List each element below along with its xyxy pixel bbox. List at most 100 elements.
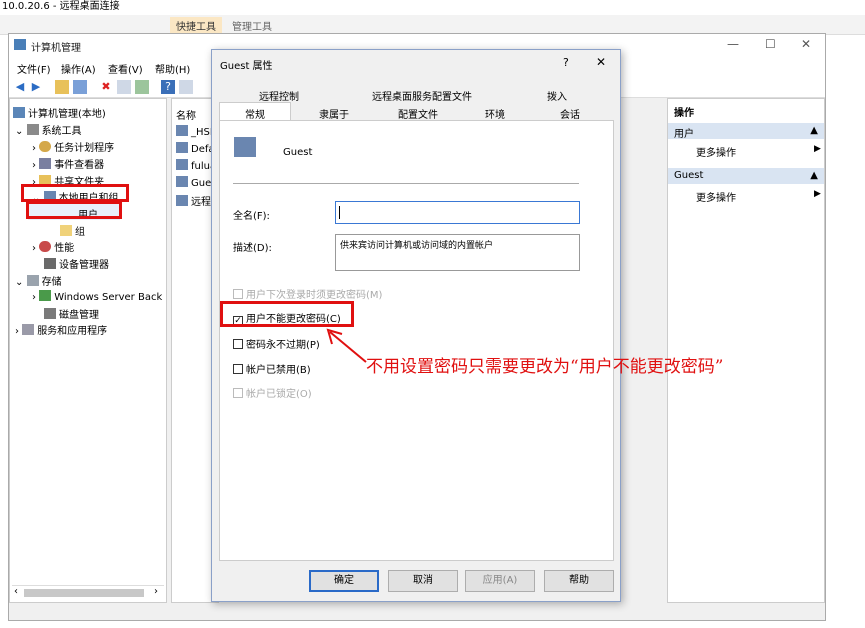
account-locked-label: 帐户已锁定(O): [246, 389, 312, 400]
tree-storage-label: 存储: [41, 277, 62, 288]
account-disabled-checkbox[interactable]: 帐户已禁用(B): [233, 361, 311, 376]
account-locked-checkbox: 帐户已锁定(O): [233, 385, 312, 400]
minimize-button[interactable]: —: [727, 37, 739, 51]
tree-services-apps[interactable]: › 服务和应用程序: [15, 322, 107, 337]
show-hide-tree-icon[interactable]: [73, 80, 87, 94]
up-folder-icon[interactable]: [55, 80, 69, 94]
description-value: 供来宾访问计算机或访问域的内置帐户: [340, 241, 494, 251]
account-disabled-label: 帐户已禁用(B): [246, 365, 311, 376]
never-expire-label: 密码永不过期(P): [246, 340, 320, 351]
dialog-help-button[interactable]: ?: [563, 56, 569, 69]
export-icon[interactable]: [135, 80, 149, 94]
maximize-button[interactable]: ☐: [765, 37, 776, 51]
tree-disk-mgmt-label: 磁盘管理: [59, 310, 99, 321]
tab-member-of[interactable]: 隶属于: [304, 106, 364, 121]
highlight-cannot-change-password: [220, 301, 354, 327]
tree-storage[interactable]: ⌄ 存储: [15, 273, 62, 288]
list-item[interactable]: _HSI: [176, 125, 213, 138]
disk-icon: [44, 308, 56, 319]
tab-environment[interactable]: 环境: [467, 106, 523, 121]
tree-groups-label: 组: [75, 227, 85, 238]
remote-title: 10.0.20.6 - 远程桌面连接: [2, 1, 120, 12]
services-icon: [22, 324, 35, 335]
arrow-line: [329, 331, 367, 363]
cancel-button[interactable]: 取消: [388, 570, 458, 592]
tab-profile[interactable]: 配置文件: [384, 106, 452, 121]
username-label: Guest: [283, 147, 313, 158]
scroll-right-icon[interactable]: ›: [154, 586, 158, 597]
tree-device-manager[interactable]: 设备管理器: [44, 256, 109, 271]
menu-file[interactable]: 文件(F): [17, 61, 51, 76]
fullname-input[interactable]: [335, 201, 580, 224]
menu-view[interactable]: 查看(V): [108, 61, 143, 76]
more-actions-2[interactable]: 更多操作: [696, 189, 736, 204]
tree-horizontal-scrollbar[interactable]: ‹ ›: [12, 585, 164, 599]
general-tab-panel: Guest 全名(F): 描述(D): 供来宾访问计算机或访问域的内置帐户 用户…: [219, 120, 614, 561]
must-change-password-checkbox: 用户下次登录时须更改密码(M): [233, 286, 382, 301]
properties-icon[interactable]: [117, 80, 131, 94]
tree-root[interactable]: 计算机管理(本地): [13, 105, 106, 120]
separator: [233, 183, 579, 184]
list-header-name[interactable]: 名称: [176, 107, 196, 122]
collapse-icon[interactable]: ▲: [810, 170, 818, 181]
forward-icon[interactable]: ▶: [29, 80, 43, 94]
tree-performance-label: 性能: [54, 243, 75, 254]
tab-dial-in[interactable]: 拨入: [527, 88, 587, 103]
close-button[interactable]: ✕: [801, 37, 811, 51]
actions-pane: 操作 用户 ▲ 更多操作 ▶ Guest ▲ 更多操作 ▶: [667, 98, 825, 603]
tree-event-viewer[interactable]: › 事件查看器: [32, 156, 104, 171]
actions-section-label: 用户: [674, 129, 694, 140]
tree-performance[interactable]: › 性能: [32, 239, 74, 254]
tree-system-tools[interactable]: ⌄ 系统工具: [15, 122, 82, 137]
backup-icon: [39, 290, 52, 301]
tree-device-manager-label: 设备管理器: [59, 260, 109, 271]
checkbox-box: [233, 339, 243, 349]
actions-section-label: Guest: [674, 170, 704, 181]
checkbox-box: [233, 289, 243, 299]
tree-disk-management[interactable]: 磁盘管理: [44, 306, 99, 321]
actions-header: 操作: [674, 108, 694, 119]
user-icon: [176, 159, 188, 170]
tree-windows-server-backup[interactable]: › Windows Server Back: [32, 290, 162, 303]
actions-section-users[interactable]: 用户 ▲: [668, 123, 824, 140]
apply-button[interactable]: 应用(A): [465, 570, 535, 592]
highlight-local-users: [21, 184, 129, 202]
must-change-label: 用户下次登录时须更改密码(M): [246, 290, 383, 301]
tree-task-scheduler[interactable]: › 任务计划程序: [32, 139, 114, 154]
more-actions-1[interactable]: 更多操作: [696, 144, 736, 159]
view-icon[interactable]: [179, 80, 193, 94]
mmc-title: 计算机管理: [31, 43, 81, 54]
tab-rd-services-profile[interactable]: 远程桌面服务配置文件: [342, 88, 502, 103]
quick-tools-tab[interactable]: 快捷工具: [170, 17, 222, 33]
tab-remote-control[interactable]: 远程控制: [234, 88, 324, 103]
help-icon[interactable]: ?: [161, 80, 175, 94]
back-icon[interactable]: ◀: [13, 80, 27, 94]
tools-icon: [26, 124, 39, 135]
fullname-label: 全名(F):: [233, 211, 270, 222]
checkbox-box: [233, 388, 243, 398]
tab-sessions[interactable]: 会话: [542, 106, 598, 121]
help-button[interactable]: 帮助: [544, 570, 614, 592]
actions-section-guest[interactable]: Guest ▲: [668, 168, 824, 184]
collapse-icon[interactable]: ▲: [810, 125, 818, 136]
tree-services-apps-label: 服务和应用程序: [37, 326, 108, 337]
tree-groups[interactable]: 组: [60, 223, 85, 238]
scroll-left-icon[interactable]: ‹: [14, 586, 18, 597]
dialog-close-button[interactable]: ✕: [596, 55, 606, 69]
ok-button[interactable]: 确定: [309, 570, 379, 592]
scroll-thumb[interactable]: [24, 589, 144, 597]
delete-icon[interactable]: ✖: [99, 80, 113, 94]
menu-action[interactable]: 操作(A): [61, 61, 96, 76]
menu-help[interactable]: 帮助(H): [155, 61, 190, 76]
annotation-arrow: [326, 328, 367, 363]
tree-event-viewer-label: 事件查看器: [54, 160, 105, 171]
tree-wsb-label: Windows Server Back: [54, 292, 163, 303]
device-manager-icon: [44, 258, 56, 269]
manage-tools-tab[interactable]: 管理工具: [232, 18, 272, 33]
user-icon: [176, 176, 188, 187]
never-expire-checkbox[interactable]: 密码永不过期(P): [233, 336, 320, 351]
user-icon: [176, 195, 188, 206]
tab-general[interactable]: 常规: [219, 102, 291, 122]
description-input[interactable]: 供来宾访问计算机或访问域的内置帐户: [335, 234, 580, 271]
user-icon: [176, 142, 188, 153]
